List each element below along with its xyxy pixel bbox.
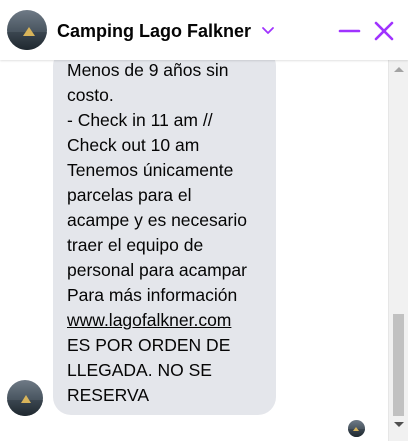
website-link[interactable]: www.lagofalkner.com [67,310,231,330]
chevron-down-icon [262,27,274,34]
contact-title-button[interactable]: Camping Lago Falkner [57,18,275,44]
message-bubble[interactable]: Menos de 9 años sin costo. - Check in 11… [53,60,276,415]
message-line: Para más información [67,285,238,305]
website-link-line: www.lagofalkner.com [67,308,272,333]
chat-window: Camping Lago Falkner Menos de 9 años sin… [0,0,408,441]
message-line: personal para acampar [67,260,247,280]
avatar-tent [353,427,359,431]
message-text: Menos de 9 años sin costo. - Check in 11… [67,60,272,408]
avatar-tent [23,27,35,36]
message-line: RESERVA [67,385,150,405]
message-line: traer el equipo de [67,235,204,255]
seen-indicator-avatar [348,420,365,437]
vertical-scrollbar[interactable] [388,60,408,441]
sender-avatar [7,380,43,416]
chat-header: Camping Lago Falkner [0,0,408,60]
message-line: costo. [67,85,114,105]
contact-name: Camping Lago Falkner [57,20,252,41]
message-line: LLEGADA. NO SE [67,360,212,380]
scroll-down-arrow-icon[interactable] [394,422,404,427]
message-line: - Check in 11 am // [67,110,213,130]
scrollbar-thumb[interactable] [393,314,404,416]
minimize-icon[interactable] [337,18,363,44]
message-line: Check out 10 am [67,135,200,155]
scroll-up-arrow-icon[interactable] [394,67,404,72]
close-icon[interactable] [371,18,397,44]
contact-avatar[interactable] [7,10,47,50]
message-line: ES POR ORDEN DE [67,335,231,355]
avatar-tent [21,395,31,403]
message-line: acampe y es necesario [67,210,247,230]
message-line: Tenemos únicamente [67,160,234,180]
message-list: Menos de 9 años sin costo. - Check in 11… [0,60,408,441]
message-line: parcelas para el [67,185,192,205]
message-line: Menos de 9 años sin [67,60,229,80]
